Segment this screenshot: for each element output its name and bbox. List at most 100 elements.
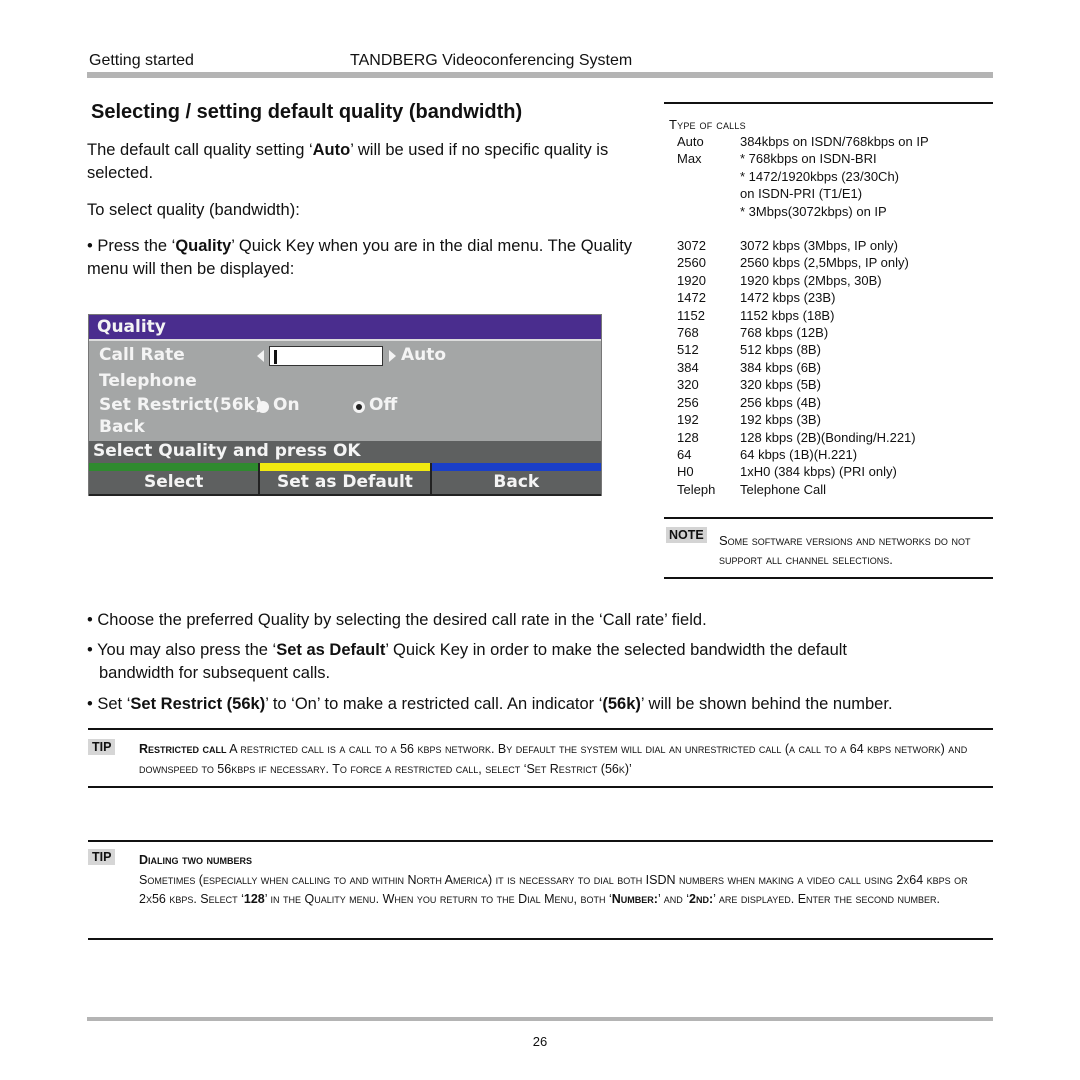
tip-bold: Number: [611, 892, 658, 906]
intro-paragraph: The default call quality setting ‘Auto’ … [87, 139, 637, 185]
instruction-heading: To select quality (bandwidth): [87, 201, 300, 219]
call-type-row: on ISDN-PRI (T1/E1) [677, 185, 929, 202]
tip-badge: TIP [88, 849, 116, 865]
step-bold-quality: Quality [175, 237, 232, 255]
call-type-row: 384 384 kbps (6B) [677, 359, 929, 376]
back-option[interactable]: Back [99, 417, 145, 437]
bullet-set-restrict: • Set ‘Set Restrict (56k)’ to ‘On’ to ma… [87, 693, 987, 716]
call-type-value: 256 kbps (4B) [740, 394, 821, 410]
softkey-label: Select [89, 471, 259, 496]
call-type-row: 1920 1920 kbps (2Mbps, 30B) [677, 272, 929, 289]
bullet-text: ’ Quick Key in order to make the selecte… [385, 641, 847, 659]
call-type-key: 128 [677, 429, 699, 445]
call-type-row: 320 320 kbps (5B) [677, 376, 929, 393]
quality-menu-title: Quality [89, 315, 601, 341]
sidebar-divider [664, 517, 993, 519]
call-rate-value: Auto [401, 345, 447, 365]
telephone-option[interactable]: Telephone [99, 371, 197, 391]
arrow-left-icon[interactable] [257, 350, 264, 362]
call-rate-label[interactable]: Call Rate [99, 345, 185, 365]
call-type-key: 1472 [677, 290, 706, 306]
note-badge: NOTE [666, 527, 707, 543]
tip-bold: 128 [243, 892, 265, 906]
call-type-value: 1920 kbps (2Mbps, 30B) [740, 272, 882, 288]
bullet-text: • Set ‘ [87, 695, 131, 713]
footer-divider [87, 1017, 993, 1021]
tip-divider [88, 938, 993, 940]
call-type-row: 768 768 kbps (12B) [677, 324, 929, 341]
note-text: Some software versions and networks do n… [719, 533, 971, 567]
call-type-value: 64 kbps (1B)(H.221) [740, 446, 858, 462]
call-type-key: Auto [677, 134, 704, 149]
tip-title: Restricted call [139, 742, 227, 756]
restrict-on-label[interactable]: On [273, 395, 300, 415]
call-type-row: 3072 3072 kbps (3Mbps, IP only) [677, 237, 929, 254]
tip-divider [88, 728, 993, 730]
call-type-key: 384 [677, 359, 699, 375]
call-type-key [677, 185, 740, 202]
intro-bold-auto: Auto [312, 141, 351, 159]
call-type-row: H0 1xH0 (384 kbps) (PRI only) [677, 463, 929, 480]
call-type-row: Max * 768kbps on ISDN-BRI [677, 150, 929, 167]
menu-status-bar: Select Quality and press OK [89, 441, 601, 463]
call-type-key: 64 [677, 446, 692, 462]
instruction-step: • Press the ‘Quality’ Quick Key when you… [87, 235, 647, 281]
call-type-value: 1xH0 (384 kbps) (PRI only) [740, 464, 897, 480]
restrict-on-radio[interactable] [257, 401, 269, 413]
restrict-off-radio[interactable] [353, 401, 365, 413]
call-type-key: 3072 [677, 238, 706, 254]
softkey-label: Back [431, 471, 601, 496]
call-type-value: * 3Mbps(3072kbps) on IP [740, 203, 887, 219]
call-type-value: on ISDN-PRI (T1/E1) [740, 186, 863, 202]
step-text: • Press the ‘ [87, 237, 176, 255]
page-title: Selecting / setting default quality (ban… [91, 101, 523, 123]
tip-badge: TIP [88, 739, 116, 755]
call-type-key: 768 [677, 325, 699, 341]
bullet-bold: (56k) [602, 695, 641, 713]
tip-title: Dialing two numbers [139, 853, 252, 867]
call-type-value: 2560 kbps (2,5Mbps, IP only) [740, 255, 909, 271]
call-type-row: 192 192 kbps (3B) [677, 411, 929, 428]
call-type-row: 64 64 kbps (1B)(H.221) [677, 446, 929, 463]
softkey-bar: Select Set as Default Back [89, 463, 601, 496]
softkey-color-blue [431, 463, 601, 471]
bullet-text: ’ to ‘On’ to make a restricted call. An … [265, 695, 603, 713]
tip-restricted-call: Restricted call A restricted call is a c… [139, 740, 989, 779]
call-type-value: Telephone Call [740, 481, 827, 497]
call-type-key: 192 [677, 412, 699, 428]
call-type-key: 1152 [677, 307, 705, 323]
softkey-back[interactable]: Back [431, 463, 601, 496]
sidebar-divider [664, 102, 993, 104]
tip-divider [88, 840, 993, 842]
call-type-row: 128 128 kbps (2B)(Bonding/H.221) [677, 429, 929, 446]
softkey-color-yellow [260, 463, 430, 471]
call-rate-input[interactable] [269, 346, 383, 366]
sidebar-divider [664, 577, 993, 579]
restrict-off-label[interactable]: Off [369, 395, 397, 415]
intro-text: The default call quality setting ‘ [87, 141, 313, 159]
call-type-row: 256 256 kbps (4B) [677, 394, 929, 411]
tip-body: ’ and ‘ [657, 892, 690, 906]
quality-menu: Quality Call Rate Auto Telephone Set Res… [88, 314, 602, 496]
tip-body: ’ in the Quality menu. When you return t… [264, 892, 612, 906]
call-type-row: 512 512 kbps (8B) [677, 341, 929, 358]
bullet-text: ’ will be shown behind the number. [640, 695, 893, 713]
set-restrict-label: Set Restrict(56k) [99, 395, 263, 415]
bullet-bold: Set Restrict (56k) [130, 695, 266, 713]
call-type-value: 3072 kbps (3Mbps, IP only) [740, 238, 899, 254]
call-type-key [677, 203, 740, 220]
softkey-color-green [89, 463, 259, 471]
softkey-set-as-default[interactable]: Set as Default [260, 463, 432, 496]
bullet-choose-quality: • Choose the preferred Quality by select… [87, 611, 707, 629]
softkey-select[interactable]: Select [89, 463, 261, 496]
call-type-key: Teleph [677, 481, 716, 497]
call-type-value: * 768kbps on ISDN-BRI [740, 151, 877, 167]
call-type-row: 1152 1152 kbps (18B) [677, 307, 929, 324]
call-type-value: 1152 kbps (18B) [740, 307, 835, 323]
arrow-right-icon[interactable] [389, 350, 396, 362]
tip-body: ’ are displayed. Enter the second number… [713, 892, 940, 906]
call-type-key: H0 [677, 464, 694, 480]
call-type-row: 1472 1472 kbps (23B) [677, 289, 929, 306]
call-type-value: 320 kbps (5B) [740, 377, 821, 393]
